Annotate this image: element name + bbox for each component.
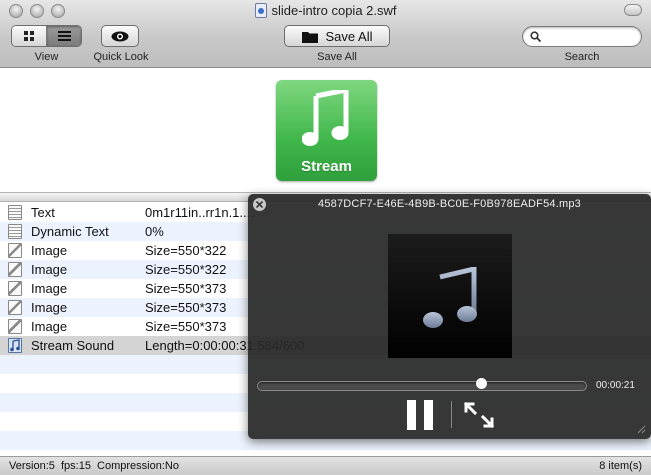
quick-look-label: Quick Look [93, 51, 149, 63]
playback-scrubber-handle[interactable] [475, 378, 487, 389]
image-file-icon [8, 300, 22, 315]
file-info-text: Version:5 fps:15 Compression:No [9, 460, 179, 472]
item-type: Stream Sound [31, 338, 115, 353]
swf-document-icon [254, 3, 267, 18]
image-file-icon [8, 319, 22, 334]
elapsed-time: 00:00:21 [596, 380, 635, 391]
item-info: Size=550*322 [145, 243, 227, 258]
grid-icon [24, 31, 34, 41]
status-bar: Version:5 fps:15 Compression:No 8 item(s… [0, 456, 651, 475]
view-mode-segmented-control [11, 25, 82, 47]
search-icon [530, 31, 541, 42]
save-all-label: Save All [317, 51, 357, 63]
item-count: 8 item(s) [599, 460, 642, 472]
item-info: Size=550*373 [145, 319, 227, 334]
item-type: Image [31, 281, 68, 296]
stream-sound-thumbnail[interactable]: Stream [276, 80, 377, 181]
item-info: Size=550*322 [145, 262, 227, 277]
fullscreen-icon[interactable] [463, 401, 495, 429]
search-field[interactable] [522, 26, 642, 47]
folder-icon [301, 31, 318, 43]
window-title: slide-intro copia 2.swf [271, 3, 397, 18]
item-type: Image [31, 262, 68, 277]
view-label: View [34, 51, 59, 63]
item-type: Image [31, 243, 68, 258]
resource-preview-pane: Stream [0, 69, 651, 192]
pause-icon-bar [424, 400, 433, 430]
window-title-area: slide-intro copia 2.swf [0, 3, 651, 18]
image-file-icon [8, 243, 22, 258]
controls-separator [451, 401, 452, 428]
eye-icon [111, 31, 129, 41]
text-file-icon [8, 205, 22, 220]
player-title: 4587DCF7-E46E-4B9B-BC0E-F0B978EADF54.mp3 [318, 198, 581, 210]
item-info: Size=550*373 [145, 300, 227, 315]
image-file-icon [8, 262, 22, 277]
search-input[interactable] [545, 29, 637, 44]
quick-look-button[interactable] [101, 25, 139, 47]
text-file-icon [8, 224, 22, 239]
window-toolbar: slide-intro copia 2.swf View Quick Look … [0, 0, 651, 68]
item-type: Dynamic Text [31, 224, 109, 239]
pause-button[interactable] [407, 400, 433, 430]
sound-file-icon [8, 338, 22, 353]
music-note-small-icon [10, 339, 20, 352]
resize-grip-icon[interactable] [637, 425, 646, 434]
save-all-button-text: Save All [325, 28, 373, 44]
search-label: Search [564, 51, 600, 63]
save-all-button[interactable]: Save All [284, 25, 390, 47]
item-type: Image [31, 300, 68, 315]
album-artwork [388, 234, 512, 358]
playback-progress-track[interactable] [257, 381, 587, 391]
list-view-button[interactable] [47, 26, 81, 46]
pause-icon-bar [407, 400, 416, 430]
music-note-artwork-icon [423, 267, 477, 328]
music-note-icon [302, 90, 349, 146]
icon-view-button[interactable] [12, 26, 47, 46]
list-icon [57, 31, 71, 41]
item-type: Text [31, 205, 55, 220]
audio-player-panel[interactable]: 4587DCF7-E46E-4B9B-BC0E-F0B978EADF54.mp3… [248, 194, 651, 439]
image-file-icon [8, 281, 22, 296]
item-info: Size=550*373 [145, 281, 227, 296]
thumbnail-caption: Stream [301, 158, 352, 175]
item-type: Image [31, 319, 68, 334]
item-info: 0m1r11in..rr1n.1.... [145, 205, 254, 220]
item-info: 0% [145, 224, 164, 239]
